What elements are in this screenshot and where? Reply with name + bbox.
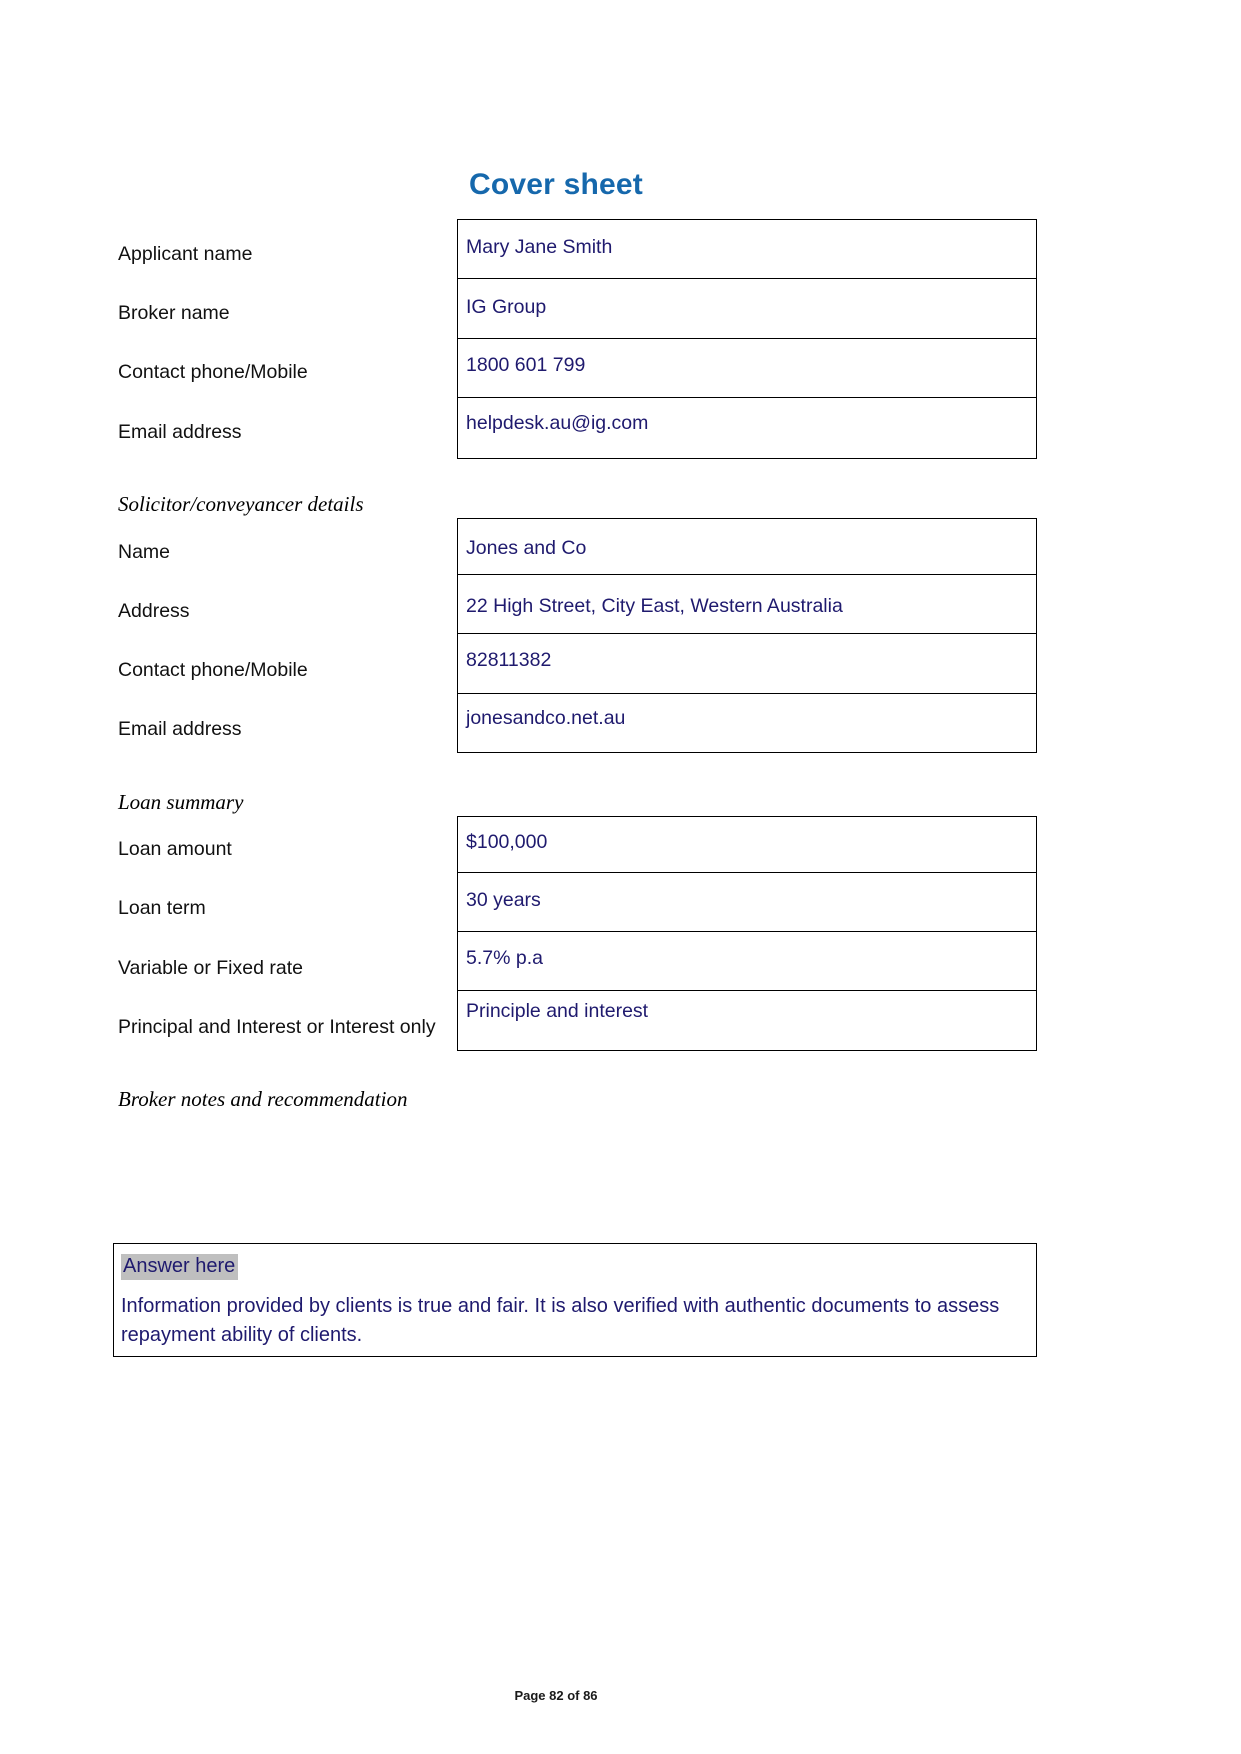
solicitor-details-table: Jones and Co 22 High Street, City East, …	[457, 518, 1037, 753]
table-row[interactable]: helpdesk.au@ig.com	[458, 398, 1036, 458]
page-footer: Page 82 of 86	[514, 1688, 598, 1703]
label-repayment-type: Principal and Interest or Interest only	[118, 1016, 436, 1038]
table-row[interactable]: 30 years	[458, 873, 1036, 932]
label-loan-amount: Loan amount	[118, 838, 232, 860]
answer-placeholder-highlight[interactable]: Answer here	[121, 1254, 239, 1280]
table-row[interactable]: 22 High Street, City East, Western Austr…	[458, 575, 1036, 634]
applicant-details-table: Mary Jane Smith IG Group 1800 601 799 he…	[457, 219, 1037, 459]
table-row[interactable]: Principle and interest	[458, 991, 1036, 1050]
value-rate-type[interactable]: 5.7% p.a	[466, 947, 543, 970]
table-row[interactable]: Mary Jane Smith	[458, 220, 1036, 279]
value-applicant-name[interactable]: Mary Jane Smith	[466, 236, 612, 259]
label-contact-phone-mobile: Contact phone/Mobile	[118, 361, 308, 383]
label-broker-name: Broker name	[118, 302, 230, 324]
label-rate-type: Variable or Fixed rate	[118, 957, 303, 979]
label-loan-term: Loan term	[118, 897, 206, 919]
label-solicitor-contact-phone-mobile: Contact phone/Mobile	[118, 659, 308, 681]
table-row[interactable]: Jones and Co	[458, 519, 1036, 575]
value-email-address[interactable]: helpdesk.au@ig.com	[466, 412, 648, 435]
table-row[interactable]: 5.7% p.a	[458, 932, 1036, 991]
label-email-address: Email address	[118, 421, 242, 443]
page-title: Cover sheet	[469, 168, 643, 201]
table-row[interactable]: $100,000	[458, 817, 1036, 873]
value-solicitor-contact-phone-mobile[interactable]: 82811382	[466, 649, 551, 672]
loan-summary-table: $100,000 30 years 5.7% p.a Principle and…	[457, 816, 1037, 1051]
value-solicitor-address[interactable]: 22 High Street, City East, Western Austr…	[466, 595, 843, 618]
table-row[interactable]: 1800 601 799	[458, 339, 1036, 398]
label-applicant-name: Applicant name	[118, 243, 253, 265]
table-row[interactable]: 82811382	[458, 634, 1036, 694]
value-contact-phone-mobile[interactable]: 1800 601 799	[466, 354, 585, 377]
table-row[interactable]: jonesandco.net.au	[458, 694, 1036, 752]
table-row[interactable]: IG Group	[458, 279, 1036, 339]
label-solicitor-email-address: Email address	[118, 718, 242, 740]
value-repayment-type[interactable]: Principle and interest	[466, 1000, 648, 1023]
document-page: Cover sheet Applicant name Broker name C…	[0, 0, 1241, 1754]
value-loan-amount[interactable]: $100,000	[466, 831, 547, 854]
broker-notes-box[interactable]: Answer here Information provided by clie…	[113, 1243, 1037, 1357]
value-solicitor-name[interactable]: Jones and Co	[466, 537, 586, 560]
broker-notes-paragraph[interactable]: Information provided by clients is true …	[121, 1292, 1021, 1350]
label-solicitor-address: Address	[118, 600, 190, 622]
section-heading-broker-notes: Broker notes and recommendation	[118, 1087, 408, 1111]
section-heading-loan-summary: Loan summary	[118, 790, 244, 814]
section-heading-solicitor: Solicitor/conveyancer details	[118, 492, 364, 516]
value-loan-term[interactable]: 30 years	[466, 889, 541, 912]
label-solicitor-name: Name	[118, 541, 171, 563]
value-solicitor-email-address[interactable]: jonesandco.net.au	[466, 707, 625, 730]
value-broker-name[interactable]: IG Group	[466, 296, 546, 319]
